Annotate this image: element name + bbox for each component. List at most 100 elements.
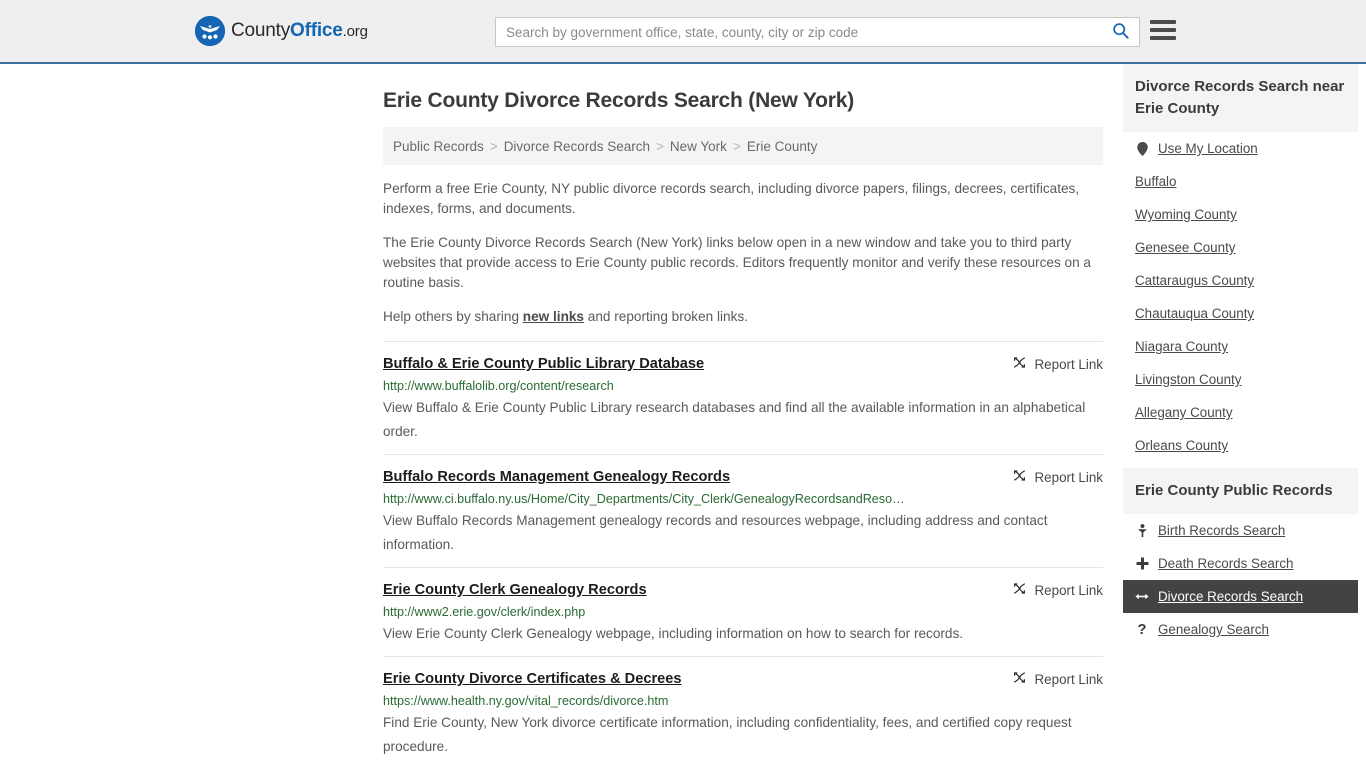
sidebar-nearby-section: Divorce Records Search near Erie County … [1123,64,1358,462]
search-input[interactable] [496,18,1108,46]
list-item: Birth Records Search [1123,514,1358,547]
result-title-link[interactable]: Erie County Divorce Certificates & Decre… [383,669,681,689]
result-url[interactable]: https://www.health.ny.gov/vital_records/… [383,692,1103,711]
sidebar-item-genealogy-search[interactable]: ? Genealogy Search [1123,613,1358,646]
list-item: Use My Location [1123,132,1358,165]
map-pin-icon [1135,141,1149,156]
result-item: Erie County Divorce Certificates & Decre… [383,656,1103,768]
breadcrumb-item-new-york[interactable]: New York [670,139,727,154]
sidebar-place-cattaraugus-county[interactable]: Cattaraugus County [1123,264,1358,297]
logo-text-county: County [231,20,291,41]
sidebar-item-death-records-search[interactable]: Death Records Search [1123,547,1358,580]
breadcrumb-separator: > [732,138,741,154]
sidebar-place-livingston-county[interactable]: Livingston County [1123,363,1358,396]
use-my-location-link[interactable]: Use My Location [1123,132,1358,165]
sidebar-place-niagara-county[interactable]: Niagara County [1123,330,1358,363]
hamburger-bar [1150,28,1176,32]
sidebar-place-label: Allegany County [1135,405,1233,420]
result-url[interactable]: http://www.ci.buffalo.ny.us/Home/City_De… [383,490,1103,509]
list-item: Orleans County [1123,429,1358,462]
sidebar-item-label: Genealogy Search [1158,622,1269,637]
report-link-button[interactable]: Report Link [1012,669,1103,688]
intro-paragraph-2: The Erie County Divorce Records Search (… [383,235,1091,290]
site-logo[interactable]: CountyOffice.org [195,16,368,46]
sidebar-place-label: Buffalo [1135,174,1177,189]
list-item: Wyoming County [1123,198,1358,231]
sidebar-public-records-heading: Erie County Public Records [1123,468,1358,514]
hamburger-bar [1150,20,1176,24]
breadcrumb-item-public-records[interactable]: Public Records [393,139,484,154]
broken-link-icon [1012,355,1027,373]
eagle-shield-logo-icon [195,16,225,46]
sidebar-place-label: Cattaraugus County [1135,273,1255,288]
sidebar-item-label: Birth Records Search [1158,523,1286,538]
intro-help-paragraph: Help others by sharing new links and rep… [383,307,1098,327]
result-description: View Erie County Clerk Genealogy webpage… [383,626,964,641]
page-title: Erie County Divorce Records Search (New … [383,89,855,112]
hamburger-menu-icon[interactable] [1150,20,1176,40]
result-item: Buffalo Records Management Genealogy Rec… [383,454,1103,567]
report-link-label: Report Link [1034,469,1103,485]
sidebar-place-label: Wyoming County [1135,207,1237,222]
logo-text-office: Office [290,20,343,41]
sidebar-public-records-section: Erie County Public Records Birth Records… [1123,468,1358,646]
sidebar-place-allegany-county[interactable]: Allegany County [1123,396,1358,429]
sidebar-place-label: Orleans County [1135,438,1229,453]
result-title-link[interactable]: Erie County Clerk Genealogy Records [383,580,647,600]
list-item: Chautauqua County [1123,297,1358,330]
list-item: Buffalo [1123,165,1358,198]
breadcrumb-separator: > [489,138,498,154]
sidebar-nearby-list: Use My Location Buffalo Wyoming County G… [1123,132,1358,462]
sidebar-place-label: Chautauqua County [1135,306,1255,321]
sidebar-place-label: Livingston County [1135,372,1242,387]
result-title-link[interactable]: Buffalo Records Management Genealogy Rec… [383,467,730,487]
result-item: Buffalo & Erie County Public Library Dat… [383,341,1103,454]
result-description: View Buffalo Records Management genealog… [383,513,1048,552]
breadcrumb-item-divorce-records-search[interactable]: Divorce Records Search [504,139,650,154]
search-button[interactable] [1108,22,1139,42]
list-item: ? Genealogy Search [1123,613,1358,646]
new-links-link[interactable]: new links [523,309,584,324]
left-right-arrow-icon [1135,591,1149,602]
breadcrumb-item-erie-county[interactable]: Erie County [747,139,818,154]
report-link-label: Report Link [1034,356,1103,372]
broken-link-icon [1012,468,1027,486]
logo-wordmark: CountyOffice.org [231,20,368,42]
logo-text-org: .org [342,23,368,40]
page-body: Erie County Divorce Records Search (New … [0,64,1366,768]
result-url[interactable]: http://www.buffalolib.org/content/resear… [383,377,1103,396]
sidebar-place-buffalo[interactable]: Buffalo [1123,165,1358,198]
result-description: View Buffalo & Erie County Public Librar… [383,400,1086,439]
question-mark-icon: ? [1137,621,1147,638]
sidebar-place-orleans-county[interactable]: Orleans County [1123,429,1358,462]
list-item: Genesee County [1123,231,1358,264]
sidebar-place-genesee-county[interactable]: Genesee County [1123,231,1358,264]
breadcrumb: Public Records > Divorce Records Search … [383,127,1103,165]
broken-link-icon [1012,670,1027,688]
report-link-button[interactable]: Report Link [1012,467,1103,486]
search-icon [1112,22,1129,42]
sidebar-place-label: Genesee County [1135,240,1236,255]
result-url[interactable]: http://www2.erie.gov/clerk/index.php [383,603,1103,622]
intro-text: Perform a free Erie County, NY public di… [383,179,1103,327]
report-link-button[interactable]: Report Link [1012,580,1103,599]
list-item: Death Records Search [1123,547,1358,580]
site-header: CountyOffice.org [0,0,1366,64]
sidebar-item-divorce-records-search[interactable]: Divorce Records Search [1123,580,1358,613]
sidebar-place-wyoming-county[interactable]: Wyoming County [1123,198,1358,231]
list-item: Livingston County [1123,363,1358,396]
list-item: Allegany County [1123,396,1358,429]
use-my-location-label: Use My Location [1158,141,1258,156]
sidebar-item-birth-records-search[interactable]: Birth Records Search [1123,514,1358,547]
sidebar-nearby-heading: Divorce Records Search near Erie County [1123,64,1358,132]
intro-paragraph-1: Perform a free Erie County, NY public di… [383,181,1080,216]
report-link-button[interactable]: Report Link [1012,354,1103,373]
report-link-label: Report Link [1034,671,1103,687]
hamburger-bar [1150,36,1176,40]
search-bar[interactable] [495,17,1140,47]
sidebar-place-chautauqua-county[interactable]: Chautauqua County [1123,297,1358,330]
breadcrumb-separator: > [656,138,664,154]
list-item: Niagara County [1123,330,1358,363]
broken-link-icon [1012,581,1027,599]
result-title-link[interactable]: Buffalo & Erie County Public Library Dat… [383,354,704,374]
